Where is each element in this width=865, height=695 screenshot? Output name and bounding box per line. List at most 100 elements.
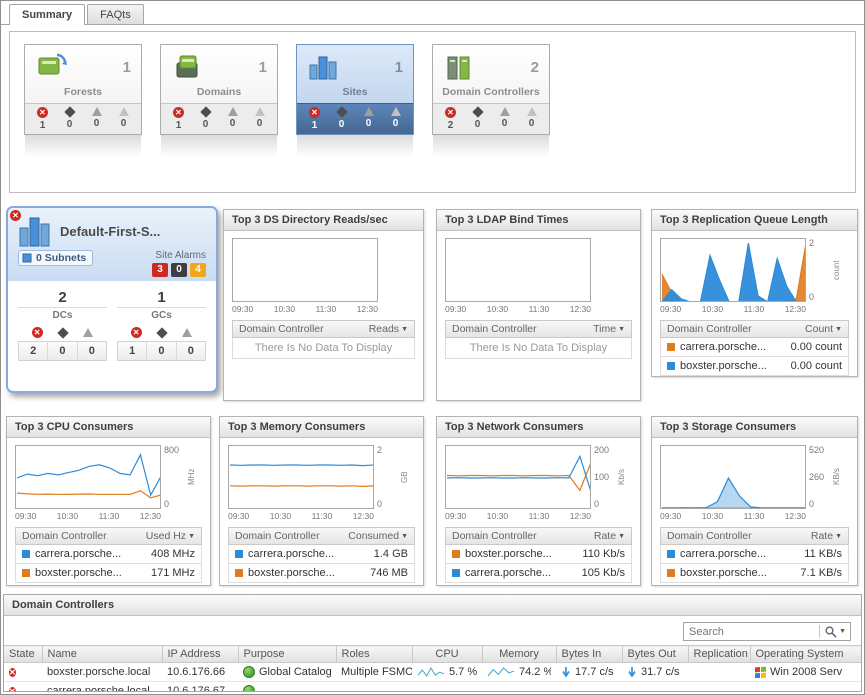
col-ip-address[interactable]: IP Address — [162, 646, 238, 663]
series-swatch — [22, 569, 30, 577]
metric-value: 408 MHz — [151, 548, 195, 560]
tile-forests-wrap: 1 Forests ✕1 0 0 0 — [24, 44, 142, 157]
critical-icon — [472, 106, 483, 117]
table-row[interactable]: ✕ boxster.porsche.local 10.6.176.66 Glob… — [4, 663, 862, 682]
sort-arrow-icon: ▼ — [188, 533, 195, 540]
gcs-warning-count: 0 — [177, 342, 205, 360]
fatal-alarm-badge[interactable]: 3 — [152, 263, 168, 277]
table-row[interactable]: carrera.porsche... 408 MHz — [15, 545, 202, 564]
dc-memory: 74.2 % — [519, 666, 551, 678]
tile-domains-label: Domains — [161, 85, 277, 103]
series-swatch — [235, 569, 243, 577]
table-row[interactable]: carrera.porsche... 11 KB/s — [660, 545, 849, 564]
panel-network-consumers: Top 3 Network Consumers 09:3010:3011:301… — [436, 416, 641, 586]
col-operating-system[interactable]: Operating System — [750, 646, 862, 663]
panel-title: Top 3 LDAP Bind Times — [437, 210, 640, 231]
warning-alarm-badge[interactable]: 4 — [190, 263, 206, 277]
sort-arrow-icon: ▼ — [835, 533, 842, 540]
col-state[interactable]: State — [4, 646, 42, 663]
panel-title: Top 3 DS Directory Reads/sec — [224, 210, 423, 231]
dc-name: carrera.porsche... — [680, 341, 786, 353]
dc-name: boxster.porsche... — [680, 360, 786, 372]
dc-ip: 10.6.176.66 — [162, 663, 238, 682]
col-bytes-out[interactable]: Bytes Out — [622, 646, 688, 663]
warning-count: 0 — [230, 118, 236, 129]
tile-forests-label: Forests — [25, 85, 141, 103]
sort-button[interactable]: Reads▼ — [369, 323, 408, 335]
tile-forests[interactable]: 1 Forests ✕1 0 0 0 — [24, 44, 142, 135]
col-roles[interactable]: Roles — [336, 646, 412, 663]
sort-button[interactable]: Used Hz▼ — [146, 530, 195, 542]
sort-arrow-icon: ▼ — [618, 326, 625, 333]
tab-summary[interactable]: Summary — [9, 4, 85, 25]
col-domain-controller: Domain Controller — [239, 323, 324, 335]
col-cpu[interactable]: CPU — [412, 646, 482, 663]
sort-button[interactable]: Consumed▼ — [348, 530, 408, 542]
y-axis-labels: 5202600 — [809, 445, 829, 509]
unknown-icon — [527, 107, 537, 116]
critical-alarm-badge[interactable]: 0 — [171, 263, 187, 277]
search-input[interactable] — [684, 625, 819, 639]
sort-button[interactable]: Count▼ — [805, 323, 842, 335]
warning-icon — [364, 107, 374, 116]
table-row[interactable]: boxster.porsche... 171 MHz — [15, 564, 202, 583]
tile-reflection — [25, 135, 141, 157]
gcs-fatal-count: 1 — [118, 342, 147, 360]
col-replication[interactable]: Replication — [688, 646, 750, 663]
down-arrow-icon — [627, 666, 637, 678]
network-table: Domain Controller Rate▼ boxster.porsche.… — [445, 527, 632, 583]
fatal-icon: ✕ — [37, 107, 48, 118]
critical-icon — [156, 327, 167, 338]
panel-storage-consumers: Top 3 Storage Consumers 09:3010:3011:301… — [651, 416, 858, 586]
warning-count: 0 — [94, 118, 100, 129]
table-row[interactable]: boxster.porsche... 746 MB — [228, 564, 415, 583]
col-metric: Reads — [369, 323, 399, 335]
domain-controllers-icon — [441, 51, 477, 83]
table-row[interactable]: boxster.porsche... 7.1 KB/s — [660, 564, 849, 583]
tile-reflection — [161, 135, 277, 157]
fatal-count: 1 — [176, 120, 182, 131]
table-row[interactable]: carrera.porsche... 0.00 count — [660, 338, 849, 357]
windows-icon — [755, 666, 766, 678]
metric-value: 110 Kb/s — [582, 548, 625, 560]
table-row[interactable]: carrera.porsche... 1.4 GB — [228, 545, 415, 564]
ds-reads-table: Domain Controller Reads▼ There Is No Dat… — [232, 320, 415, 359]
table-row[interactable]: boxster.porsche... 110 Kb/s — [445, 545, 632, 564]
series-swatch — [667, 362, 675, 370]
table-row[interactable]: ✕ carrera.porsche.local 10.6.176.67 — [4, 682, 862, 693]
table-row[interactable]: carrera.porsche... 105 Kb/s — [445, 564, 632, 583]
tile-sites[interactable]: 1 Sites ✕1 0 0 0 — [296, 44, 414, 135]
dc-name: boxster.porsche... — [35, 567, 146, 579]
dc-name: carrera.porsche... — [680, 548, 799, 560]
y-axis-labels — [594, 238, 614, 302]
col-bytes-in[interactable]: Bytes In — [556, 646, 622, 663]
y-axis-labels: 8000 — [164, 445, 184, 509]
dc-name: carrera.porsche... — [248, 548, 369, 560]
unknown-count: 0 — [121, 118, 127, 129]
sort-button[interactable]: Rate▼ — [811, 530, 842, 542]
table-row[interactable]: boxster.porsche... 0.00 count — [660, 357, 849, 376]
series-swatch — [22, 550, 30, 558]
dc-name: boxster.porsche... — [248, 567, 365, 579]
col-memory[interactable]: Memory — [482, 646, 556, 663]
sort-arrow-icon: ▼ — [618, 533, 625, 540]
domain-controllers-title: Domain Controllers — [4, 595, 861, 616]
sort-button[interactable]: Rate▼ — [594, 530, 625, 542]
warning-count: 0 — [502, 118, 508, 129]
ldap-bind-table: Domain Controller Time▼ There Is No Data… — [445, 320, 632, 359]
tile-domain-controllers[interactable]: 2 Domain Controllers ✕2 0 0 0 — [432, 44, 550, 135]
sort-button[interactable]: Time▼ — [593, 323, 625, 335]
tile-sites-count: 1 — [395, 59, 403, 76]
tab-faqts[interactable]: FAQts — [87, 4, 144, 24]
tile-reflection — [297, 135, 413, 157]
metric-value: 746 MB — [370, 567, 408, 579]
site-card[interactable]: ✕ Default-First-S... 0 Subnets Site Alar… — [6, 206, 218, 393]
tile-domains[interactable]: 1 Domains ✕1 0 0 0 — [160, 44, 278, 135]
dcs-warning-count: 0 — [78, 342, 106, 360]
col-domain-controller: Domain Controller — [22, 530, 107, 542]
dc-bytes-out: 31.7 c/s — [641, 666, 680, 678]
col-purpose[interactable]: Purpose — [238, 646, 336, 663]
search-button[interactable]: ▼ — [820, 625, 850, 638]
unknown-icon — [119, 107, 129, 116]
col-name[interactable]: Name — [42, 646, 162, 663]
